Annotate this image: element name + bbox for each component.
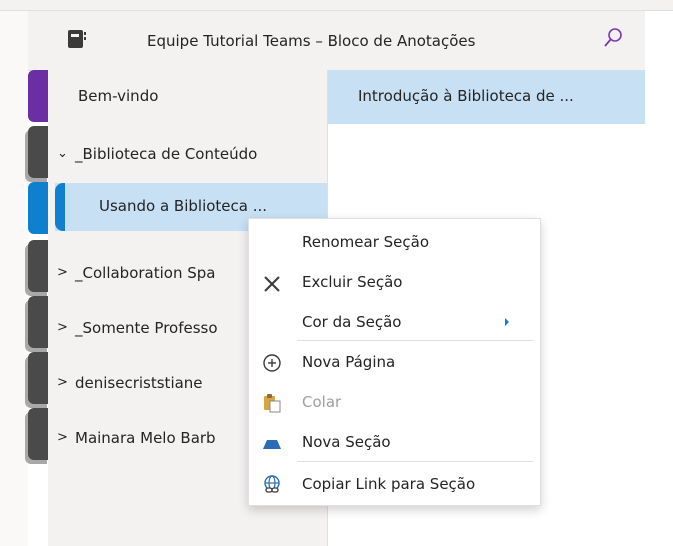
page-item[interactable]: Introdução à Biblioteca de ... (328, 70, 645, 124)
right-margin (645, 11, 673, 546)
section-tab-professor[interactable] (28, 296, 50, 348)
section-item[interactable]: Bem-vindo (48, 75, 327, 119)
left-margin (0, 11, 28, 546)
chevron-right-icon[interactable]: > (57, 320, 68, 335)
notebook-title[interactable]: Equipe Tutorial Teams – Bloco de Anotaçõ… (147, 32, 475, 50)
menu-item-rename-section[interactable]: Renomear Seção (249, 227, 540, 259)
section-tab-usando[interactable] (28, 182, 50, 234)
link-icon (264, 475, 280, 493)
search-icon[interactable] (602, 27, 624, 49)
chevron-right-icon[interactable]: > (57, 375, 68, 390)
menu-item-label: Nova Página (302, 353, 396, 371)
section-color-tabs (28, 70, 50, 546)
menu-item-label: Colar (302, 393, 342, 411)
section-label: Mainara Melo Barb (75, 429, 216, 447)
menu-item-label: Cor da Seção (302, 313, 402, 331)
section-tab-biblioteca[interactable] (28, 126, 50, 178)
chevron-down-icon[interactable]: ⌄ (57, 146, 68, 161)
new-section-icon (263, 440, 281, 449)
section-label: _Somente Professo (75, 319, 218, 337)
menu-separator (297, 340, 533, 341)
notebook-icon (68, 30, 86, 48)
section-tab-mainara[interactable] (28, 408, 50, 460)
section-label: _Collaboration Spa (75, 264, 216, 282)
close-icon (264, 276, 280, 292)
menu-item-label: Renomear Seção (302, 233, 429, 251)
menu-item-delete-section[interactable]: Excluir Seção (249, 267, 540, 299)
chevron-right-icon[interactable]: > (57, 430, 68, 445)
menu-item-paste[interactable]: Colar (249, 387, 540, 419)
window-top-border (0, 0, 673, 11)
paste-icon (264, 394, 281, 413)
section-group-item[interactable]: ⌄ _Biblioteca de Conteúdo (48, 133, 327, 177)
section-tab-bem-vindo[interactable] (28, 70, 50, 122)
menu-separator (297, 461, 533, 462)
selected-section-color-tab (55, 183, 65, 231)
menu-item-label: Nova Seção (302, 433, 391, 451)
add-circle-icon (263, 354, 281, 372)
menu-item-label: Copiar Link para Seção (302, 475, 476, 493)
section-label: _Biblioteca de Conteúdo (75, 145, 258, 163)
section-tab-denise[interactable] (28, 352, 50, 404)
section-tab-collaboration[interactable] (28, 240, 50, 292)
section-context-menu: Renomear Seção Excluir Seção Cor da Seçã… (248, 218, 541, 506)
page-label: Introdução à Biblioteca de ... (358, 87, 574, 105)
menu-item-label: Excluir Seção (302, 273, 403, 291)
menu-item-copy-link[interactable]: Copiar Link para Seção (249, 469, 540, 501)
menu-item-new-section[interactable]: Nova Seção (249, 427, 540, 459)
notebook-header: Equipe Tutorial Teams – Bloco de Anotaçõ… (28, 11, 645, 71)
section-label: denisecriststiane (75, 374, 203, 392)
submenu-arrow-icon (505, 318, 509, 326)
section-label: Bem-vindo (78, 87, 159, 105)
menu-item-new-page[interactable]: Nova Página (249, 347, 540, 379)
chevron-right-icon[interactable]: > (57, 265, 68, 280)
section-label: Usando a Biblioteca ... (99, 197, 268, 215)
menu-item-section-color[interactable]: Cor da Seção (249, 307, 540, 339)
